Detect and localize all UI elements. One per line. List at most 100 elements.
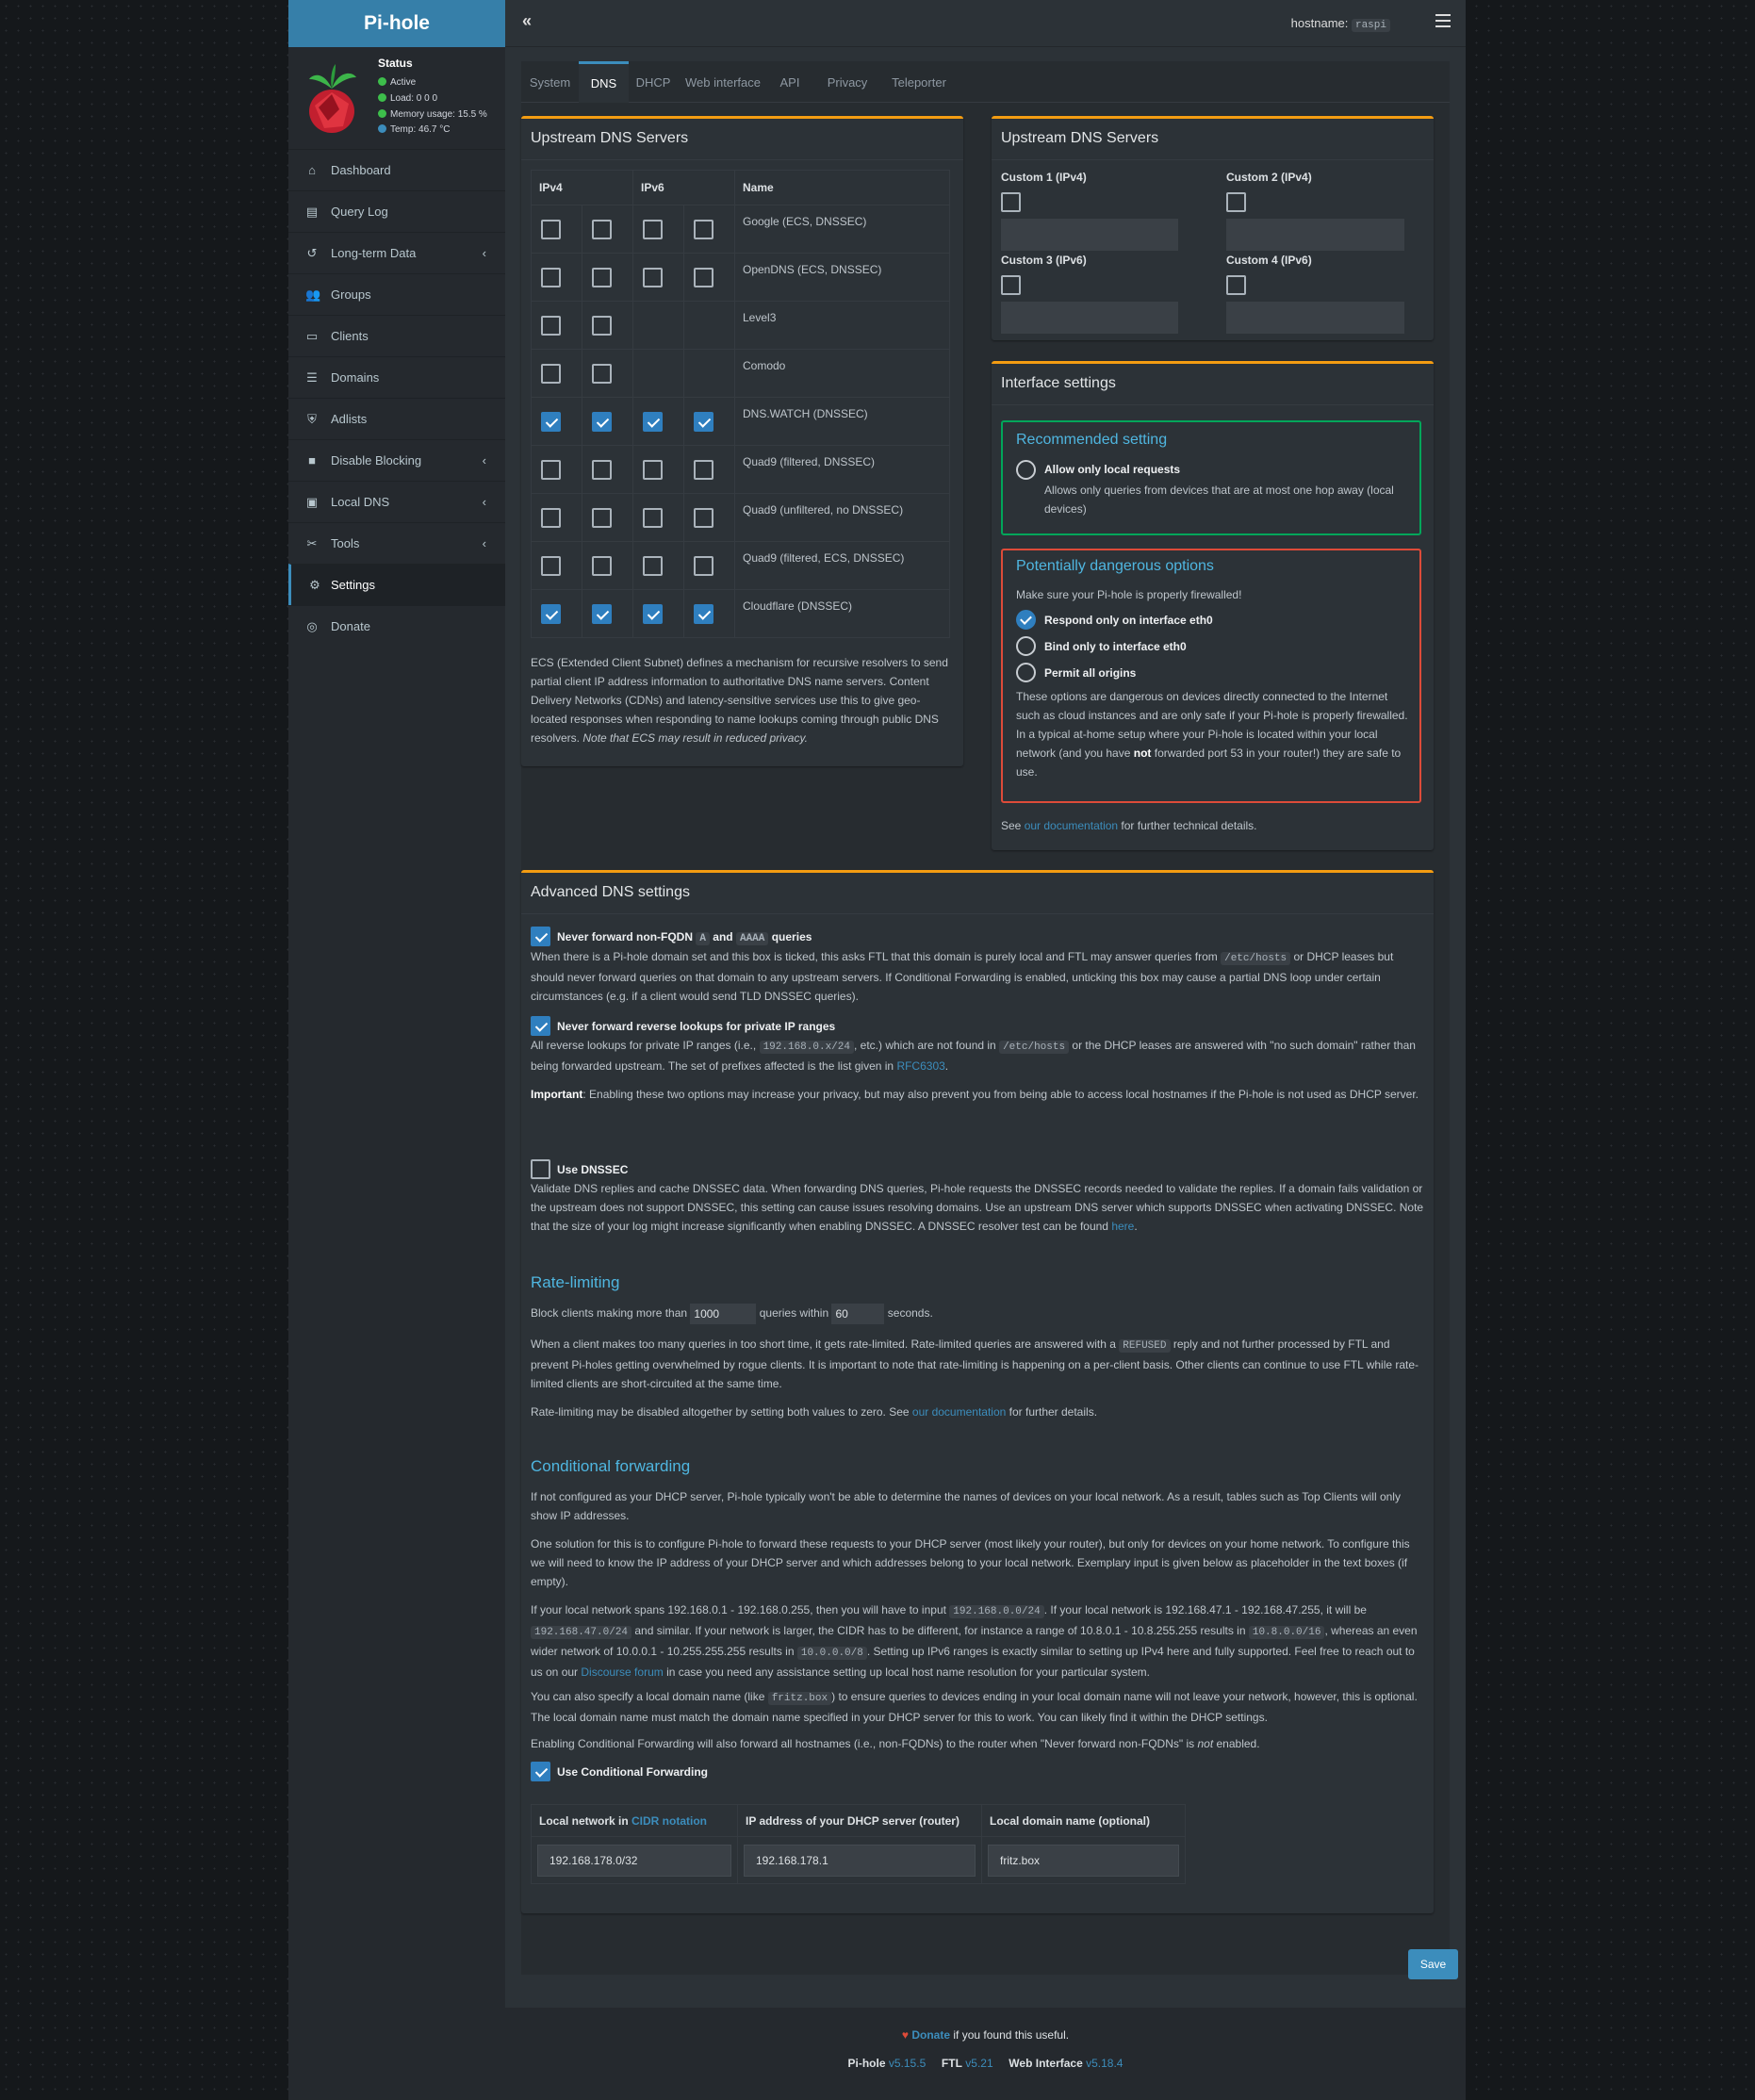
tab-system[interactable]: System [521,61,579,103]
rate-limit-interval-input[interactable]: 60 [831,1304,885,1324]
ipv6-primary-checkbox[interactable] [643,604,663,624]
sidebar-item-disable-blocking[interactable]: ■ Disable Blocking ‹ [288,439,505,481]
sidebar-item-dashboard[interactable]: ⌂ Dashboard [288,149,505,190]
save-button[interactable]: Save [1408,1949,1458,1979]
ipv6-primary-checkbox[interactable] [643,556,663,576]
upstream-dns-box: Upstream DNS Servers IPv4 IPv6 Name Goog… [521,116,963,766]
cidr-notation-link[interactable]: CIDR notation [631,1814,707,1828]
documentation-link[interactable]: our documentation [1025,819,1118,832]
rate-limit-doc-link[interactable]: our documentation [912,1405,1006,1419]
web-version-link[interactable]: v5.18.4 [1086,2057,1123,2070]
ipv6-secondary-checkbox[interactable] [694,412,713,432]
ipv4-secondary-checkbox[interactable] [592,556,612,576]
rate-limit-count-input[interactable]: 1000 [690,1304,757,1324]
sidebar-item-query-log[interactable]: ▤ Query Log [288,190,505,232]
ipv6-secondary-checkbox[interactable] [694,268,713,287]
never-forward-reverse-checkbox[interactable] [531,1016,550,1036]
ipv6-primary-checkbox[interactable] [643,508,663,528]
never-forward-fqdn-label: Never forward non-FQDN A and AAAA querie… [557,930,812,945]
tab-api[interactable]: API [768,61,812,103]
ipv6-secondary-checkbox[interactable] [694,604,713,624]
ipv4-primary-checkbox[interactable] [541,556,561,576]
sidebar-item-adlists[interactable]: ⛨ Adlists [288,398,505,439]
use-conditional-forwarding-checkbox[interactable] [531,1762,550,1781]
rfc6303-link[interactable]: RFC6303 [896,1059,944,1073]
permit-all-radio[interactable] [1016,663,1036,682]
tab-dhcp[interactable]: DHCP [629,61,678,103]
custom1-input[interactable] [1001,219,1178,251]
custom4-checkbox[interactable] [1226,275,1246,295]
never-forward-reverse-desc: All reverse lookups for private IP range… [531,1039,1416,1073]
donate-link[interactable]: Donate [911,2028,950,2042]
tab-privacy[interactable]: Privacy [812,61,883,103]
tab-web-interface[interactable]: Web interface [678,61,768,103]
use-conditional-forwarding-label: Use Conditional Forwarding [557,1765,709,1779]
ipv4-secondary-checkbox[interactable] [592,412,612,432]
footer: ♥ Donate if you found this useful. Pi-ho… [505,2008,1466,2100]
logo[interactable]: Pi-hole [288,0,505,47]
discourse-forum-link[interactable]: Discourse forum [581,1665,663,1679]
ipv6-primary-checkbox[interactable] [643,412,663,432]
logo-text: Pi-hole [363,12,430,34]
use-dnssec-checkbox[interactable] [531,1159,550,1179]
ipv6-secondary-checkbox[interactable] [694,556,713,576]
sidebar-item-tools[interactable]: ✂ Tools ‹ [288,522,505,564]
custom2-input[interactable] [1226,219,1404,251]
table-row: Level3 [531,301,950,350]
ipv4-secondary-checkbox[interactable] [592,316,612,336]
ipv4-secondary-checkbox[interactable] [592,508,612,528]
ipv6-primary-checkbox[interactable] [643,268,663,287]
sidebar-item-domains[interactable]: ☰ Domains [288,356,505,398]
sidebar-item-long-term-data[interactable]: ↺ Long-term Data ‹ [288,232,505,273]
eth0-only-label: Respond only on interface eth0 [1044,614,1213,627]
status-panel: Status Active Load: 0 0 0 Memory usage: … [288,47,505,149]
ipv4-secondary-checkbox[interactable] [592,268,612,287]
ipv4-primary-checkbox[interactable] [541,460,561,480]
custom1-checkbox[interactable] [1001,192,1021,212]
sidebar-item-local-dns[interactable]: ▣ Local DNS ‹ [288,481,505,522]
ftl-version-link[interactable]: v5.21 [965,2057,992,2070]
ipv4-secondary-checkbox[interactable] [592,364,612,384]
laptop-icon: ▭ [305,329,319,343]
custom2-checkbox[interactable] [1226,192,1246,212]
ipv4-primary-checkbox[interactable] [541,412,561,432]
ipv4-secondary-checkbox[interactable] [592,460,612,480]
dns-server-name: OpenDNS (ECS, DNSSEC) [734,253,950,302]
ipv4-primary-checkbox[interactable] [541,220,561,239]
ipv4-secondary-checkbox[interactable] [592,220,612,239]
ipv4-primary-checkbox[interactable] [541,604,561,624]
bind-eth0-radio[interactable] [1016,636,1036,656]
custom4-input[interactable] [1226,302,1404,334]
ipv6-secondary-checkbox[interactable] [694,220,713,239]
sidebar-item-clients[interactable]: ▭ Clients [288,315,505,356]
ipv4-secondary-checkbox[interactable] [592,604,612,624]
ipv4-primary-checkbox[interactable] [541,316,561,336]
cf-router-input[interactable]: 192.168.178.1 [744,1844,976,1877]
cf-network-input[interactable]: 192.168.178.0/32 [537,1844,731,1877]
sidebar-toggle-icon[interactable]: « [522,11,532,31]
dnssec-test-link[interactable]: here [1111,1220,1134,1233]
menu-hamburger-icon[interactable] [1435,14,1451,27]
ipv6-primary-checkbox[interactable] [643,460,663,480]
never-forward-fqdn-checkbox[interactable] [531,927,550,946]
custom3-input[interactable] [1001,302,1178,334]
sidebar-item-settings[interactable]: ⚙ Settings [288,564,505,605]
hostname-value: raspi [1351,19,1390,32]
stop-icon: ■ [308,453,316,468]
tab-teleporter[interactable]: Teleporter [883,61,955,103]
eth0-only-radio[interactable] [1016,610,1036,630]
ipv4-primary-checkbox[interactable] [541,364,561,384]
tab-dns[interactable]: DNS [579,61,629,103]
custom3-checkbox[interactable] [1001,275,1021,295]
local-requests-radio[interactable] [1016,460,1036,480]
sidebar-item-donate[interactable]: ◎ Donate [288,605,505,647]
ipv6-primary-checkbox[interactable] [643,220,663,239]
upstream-dns-table: IPv4 IPv6 Name Google (ECS, DNSSEC) OpenD… [531,170,950,638]
ipv6-secondary-checkbox[interactable] [694,508,713,528]
cf-domain-input[interactable]: fritz.box [988,1844,1179,1877]
ipv4-primary-checkbox[interactable] [541,268,561,287]
ipv6-secondary-checkbox[interactable] [694,460,713,480]
pihole-version-link[interactable]: v5.15.5 [889,2057,926,2070]
ipv4-primary-checkbox[interactable] [541,508,561,528]
sidebar-item-groups[interactable]: 👥 Groups [288,273,505,315]
